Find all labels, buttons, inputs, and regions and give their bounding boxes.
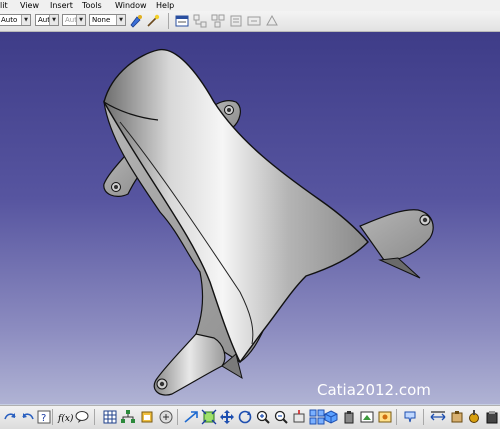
knowledge-icon[interactable] (158, 409, 174, 425)
tree-expand-icon[interactable] (192, 13, 208, 29)
fit-all-icon[interactable] (201, 409, 217, 425)
redo-icon[interactable] (2, 409, 18, 425)
menu-view[interactable]: View (20, 0, 39, 11)
tree-icon[interactable] (120, 409, 136, 425)
tree-options-icon[interactable] (228, 13, 244, 29)
chevron-down-icon: ▼ (21, 15, 30, 25)
menu-help[interactable]: Help (156, 0, 174, 11)
thickness-combo[interactable]: Aut ▼ (62, 14, 86, 26)
wand-icon[interactable] (145, 13, 161, 29)
update-icon[interactable] (402, 409, 418, 425)
measure-between-icon[interactable] (430, 409, 446, 425)
part-main-shell (103, 48, 369, 364)
layer-combo-value: None (92, 16, 111, 24)
toolbar-separator (396, 409, 397, 425)
table-icon[interactable] (102, 409, 118, 425)
zoom-out-icon[interactable] (273, 409, 289, 425)
inertia-icon[interactable] (466, 409, 482, 425)
3d-viewport[interactable]: Catia2012.com (0, 32, 500, 404)
watermark-text: Catia2012.com (317, 381, 431, 399)
comment-icon[interactable] (74, 409, 90, 425)
painter-icon[interactable] (128, 13, 144, 29)
hide-show-icon[interactable] (359, 409, 375, 425)
linetype-combo[interactable]: Aut ▼ (35, 14, 59, 26)
view-toolbar: ? f(x) (0, 405, 500, 429)
formula-icon[interactable]: f(x) (57, 409, 74, 425)
catalog-icon[interactable] (139, 409, 155, 425)
chevron-down-icon: ▼ (116, 15, 125, 25)
iso-view-icon[interactable] (323, 409, 339, 425)
toolbar-separator (52, 409, 53, 425)
chevron-down-icon: ▼ (76, 15, 85, 25)
pan-icon[interactable] (219, 409, 235, 425)
part-model[interactable] (0, 32, 500, 404)
rotate-icon[interactable] (237, 409, 253, 425)
right-mount-tab (359, 209, 434, 279)
swap-visible-space-icon[interactable] (377, 409, 393, 425)
menu-bar: lit View Insert Tools Window Help (0, 0, 500, 11)
color-combo[interactable]: Auto ▼ (0, 14, 31, 26)
chevron-down-icon: ▼ (49, 15, 58, 25)
svg-text:f(x): f(x) (57, 413, 73, 424)
tree-collapse-icon[interactable] (210, 13, 226, 29)
measure-item-icon[interactable] (449, 409, 465, 425)
toolbar-separator (423, 409, 424, 425)
undo-icon[interactable] (20, 409, 36, 425)
toolbar-separator (177, 409, 178, 425)
properties-icon[interactable] (174, 13, 190, 29)
help-icon[interactable]: ? (36, 409, 52, 425)
scan-icon[interactable] (246, 13, 262, 29)
toolbar-separator (94, 409, 95, 425)
sketch-icon[interactable] (264, 13, 280, 29)
svg-text:?: ? (41, 413, 46, 424)
menu-edit[interactable]: lit (0, 0, 8, 11)
zoom-in-icon[interactable] (255, 409, 271, 425)
toolbar-separator (168, 13, 169, 29)
menu-tools[interactable]: Tools (82, 0, 102, 11)
menu-window[interactable]: Window (115, 0, 147, 11)
apply-material-icon[interactable] (484, 409, 500, 425)
color-combo-value: Auto (1, 16, 18, 24)
shading-icon[interactable] (341, 409, 357, 425)
layer-combo[interactable]: None ▼ (89, 14, 126, 26)
menu-insert[interactable]: Insert (50, 0, 73, 11)
graphic-properties-toolbar: Auto ▼ Aut ▼ Aut ▼ None ▼ (0, 11, 500, 32)
normal-view-icon[interactable] (291, 409, 307, 425)
fly-mode-icon[interactable] (183, 409, 199, 425)
